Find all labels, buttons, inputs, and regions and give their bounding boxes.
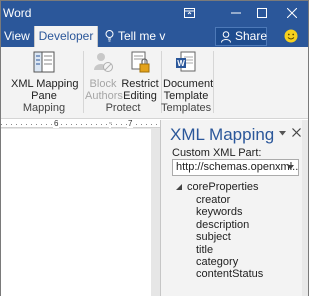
- tree-item-creator[interactable]: creator: [196, 194, 302, 206]
- document-area: 6 ▫ 7: [1, 119, 160, 296]
- app-title: Word: [3, 6, 32, 20]
- tree-node-label: coreProperties: [187, 181, 259, 193]
- document-template-label-line1: Document: [163, 78, 214, 90]
- smiley-feedback-icon[interactable]: [284, 29, 298, 43]
- xml-mapping-pane-icon: [33, 51, 55, 73]
- xml-mapping-pane-button[interactable]: XML Mapping Pane: [11, 49, 79, 102]
- tab-developer[interactable]: Developer: [34, 26, 98, 47]
- svg-text:W: W: [177, 59, 185, 68]
- minimize-icon: [231, 12, 241, 14]
- restrict-editing-label-line2: Editing: [123, 90, 157, 102]
- close-window-button[interactable]: [277, 1, 308, 26]
- block-authors-label-line1: Block: [89, 78, 117, 90]
- block-authors-icon: [94, 53, 113, 72]
- tab-view[interactable]: View: [4, 26, 30, 47]
- ribbon-tab-row: View Developer Tell me v Share: [1, 26, 308, 47]
- ruler-ticks: [1, 124, 160, 125]
- share-label: Share: [235, 29, 268, 43]
- tree-item-keywords[interactable]: keywords: [196, 206, 302, 218]
- document-page[interactable]: [1, 129, 151, 296]
- custom-xml-part-dropdown[interactable]: http://schemas.openxml...: [172, 159, 299, 176]
- lightbulb-icon: [105, 30, 114, 42]
- maximize-icon: [257, 8, 267, 18]
- tree-item-category[interactable]: category: [196, 256, 302, 268]
- group-separator: [83, 51, 84, 113]
- tree-item-description[interactable]: description: [196, 219, 302, 231]
- tree-item-title[interactable]: title: [196, 244, 302, 256]
- ribbon-display-icon: [184, 8, 195, 18]
- tree-item-contentstatus[interactable]: contentStatus: [196, 268, 302, 280]
- group-label-templates: Templates: [161, 102, 212, 114]
- ribbon-display-options-button[interactable]: [174, 1, 205, 26]
- title-bar: Word: [1, 1, 308, 26]
- restrict-editing-icon: [131, 51, 150, 73]
- horizontal-ruler: 6 ▫ 7: [1, 119, 160, 128]
- close-icon: [287, 8, 297, 18]
- restrict-editing-button[interactable]: Restrict Editing: [121, 49, 159, 102]
- chevron-down-icon: [287, 165, 294, 170]
- share-button[interactable]: Share: [215, 27, 267, 46]
- ruler-mark: 6: [53, 119, 60, 128]
- restrict-editing-label-line1: Restrict: [121, 78, 159, 90]
- xml-mapping-pane-label-line1: XML Mapping: [11, 78, 79, 90]
- pane-title: XML Mapping: [170, 125, 275, 144]
- pane-vertical-scrollbar[interactable]: [302, 120, 308, 296]
- block-authors-button[interactable]: Block Authors: [85, 49, 123, 102]
- maximize-button[interactable]: [247, 1, 278, 26]
- tree-item-subject[interactable]: subject: [196, 231, 302, 243]
- ruler-tab-stop-icon[interactable]: ▫: [109, 120, 112, 128]
- word-document-template-icon: W: [176, 51, 196, 72]
- tell-me-text: Tell me v: [118, 29, 166, 43]
- block-authors-label-line2: Authors: [85, 90, 123, 102]
- document-vertical-scrollbar[interactable]: [151, 129, 160, 296]
- xml-mapping-pane: XML Mapping Custom XML Part: http://sche…: [160, 120, 308, 296]
- pane-close-icon[interactable]: [292, 128, 301, 137]
- pane-options-dropdown-icon[interactable]: [279, 131, 286, 136]
- group-label-protect: Protect: [105, 102, 141, 114]
- custom-xml-part-value: http://schemas.openxml...: [176, 161, 299, 173]
- document-template-label-line2: Template: [163, 90, 209, 102]
- document-template-button[interactable]: W Document Template: [163, 49, 214, 102]
- person-icon: [221, 31, 231, 43]
- custom-xml-part-label: Custom XML Part:: [172, 147, 262, 159]
- group-separator: [213, 51, 214, 113]
- tree-children-list: creator keywords description subject tit…: [196, 194, 302, 281]
- ribbon-developer-panel: XML Mapping Pane Mapping Block Authors R…: [1, 47, 308, 119]
- xml-mapping-pane-label-line2: Pane: [31, 90, 57, 102]
- ruler-mark: 7: [127, 119, 134, 128]
- collapse-triangle-icon[interactable]: [176, 184, 182, 190]
- group-label-mapping: Mapping: [22, 102, 66, 114]
